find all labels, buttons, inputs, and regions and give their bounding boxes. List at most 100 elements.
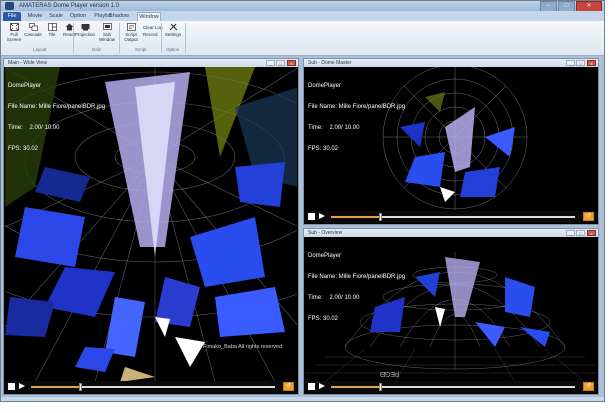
status-bar [1,397,604,401]
cascade-button[interactable]: Cascade [23,23,43,45]
overview-close-button[interactable]: x [587,230,596,236]
overview-canvas[interactable]: DomePlayer File Name: Mille Fiore/panelB… [305,237,597,381]
main-window-titlebar[interactable]: Main - Wide View _ □ x [4,59,298,67]
dome-info-overlay: DomePlayer File Name: Mille Fiore/panelB… [308,69,405,167]
settings-button[interactable]: Settings [163,23,183,45]
dome-playback-controls: ↺ [305,211,597,223]
dome-minimize-button[interactable]: _ [566,60,575,66]
dome-master-window: Sub - Dome Master _ □ x DomePlayer File … [303,58,599,225]
main-maximize-button[interactable]: □ [276,60,285,66]
dome-loop-icon[interactable]: ↺ [583,212,594,221]
settings-label: Settings [164,32,182,37]
dome-master-canvas[interactable]: DomePlayer File Name: Mille Fiore/panelB… [305,67,597,211]
copyright-text: Fimako_Baba All rights reserved [203,344,283,350]
tab-file[interactable]: File [3,12,21,21]
dome-close-button[interactable]: x [587,60,596,66]
dome-master-titlebar[interactable]: Sub - Dome Master _ □ x [304,59,598,67]
sub-window-label: Sub Window [98,32,115,42]
tab-scale[interactable]: Scale [47,12,65,21]
group-label-script: Script [135,47,147,52]
dome-time: Time: 2.00/ 10.00 [308,125,360,131]
dome-seek-track[interactable] [331,213,575,221]
overview-seek-thumb[interactable] [378,383,382,391]
dome-player-name: DomePlayer [308,83,342,89]
group-label-grid: Grid [92,47,101,52]
overview-time: Time: 2.00/ 10.00 [308,295,360,301]
overview-stop-button[interactable] [308,383,315,390]
cascade-label: Cascade [24,32,42,37]
group-divider [161,23,162,53]
main-seek-fill [31,386,80,388]
group-label-layout: Layout [33,47,47,52]
dome-seek-thumb[interactable] [378,213,382,221]
group-divider [73,23,74,53]
dome-fps: FPS: 30.02 [308,146,339,152]
record-button[interactable]: Record [143,32,158,37]
main-file-name: File Name: Mille Fiore/panelBDR.jpg [8,104,106,110]
ribbon-panel: Full Screen Cascade Tile Reset Layout Pr… [1,21,604,56]
overview-window: Sub - Overview _ □ x DomePlayer File Nam… [303,228,599,395]
tab-movie[interactable]: Movie [25,12,45,21]
overview-loop-icon[interactable]: ↺ [583,382,594,391]
main-time: Time: 2.00/ 10.00 [8,125,60,131]
projection-label: Projection [75,32,96,37]
mirrored-text: ᗺ⅁Ǝd [380,372,399,379]
main-minimize-button[interactable]: _ [266,60,275,66]
group-label-option: Option [166,47,180,52]
title-bar: AMATERAS Dome Player version 1.0 – □ ✕ [1,1,604,12]
full-screen-icon [9,23,19,31]
overview-info-overlay: DomePlayer File Name: Mille Fiore/panelB… [308,239,405,337]
overview-playback-controls: ↺ [305,381,597,393]
app-logo-icon [5,2,14,10]
overview-titlebar[interactable]: Sub - Overview _ □ x [304,229,598,237]
overview-title: Sub - Overview [308,230,343,236]
projection-button[interactable]: Projection [75,23,95,45]
app-title: AMATERAS Dome Player version 1.0 [19,3,119,9]
main-window-title: Main - Wide View [8,60,47,66]
main-fps: FPS: 30.02 [8,146,39,152]
cascade-icon [28,23,38,31]
overview-play-button[interactable] [319,383,325,389]
dome-maximize-button[interactable]: □ [576,60,585,66]
dome-master-title: Sub - Dome Master [308,60,352,66]
dome-seek-fill [331,216,380,218]
group-divider [119,23,120,53]
mdi-workspace: Main - Wide View _ □ x DomePlayer File N… [1,56,604,397]
overview-minimize-button[interactable]: _ [566,230,575,236]
projection-icon [81,24,89,31]
dome-stop-button[interactable] [308,213,315,220]
sub-window-icon [102,23,112,30]
tab-option[interactable]: Option [67,12,89,21]
full-screen-label: Full Screen [6,32,22,42]
overview-seek-fill [331,386,380,388]
main-wide-view-window: Main - Wide View _ □ x DomePlayer File N… [3,58,299,395]
sub-window-button[interactable]: Sub Window [97,23,117,45]
main-seek-thumb[interactable] [78,383,82,391]
overview-file-name: File Name: Mille Fiore/panelBDR.jpg [308,274,406,280]
script-output-icon [126,23,136,31]
dome-file-name: File Name: Mille Fiore/panelBDR.jpg [308,104,406,110]
overview-maximize-button[interactable]: □ [576,230,585,236]
overview-fps: FPS: 30.02 [308,316,339,322]
main-loop-icon[interactable]: ↺ [283,382,294,391]
full-screen-button[interactable]: Full Screen [4,23,24,45]
main-close-button[interactable]: x [287,60,296,66]
script-output-button[interactable]: Script Output [121,23,141,45]
overview-player-name: DomePlayer [308,253,342,259]
overview-seek-track[interactable] [331,383,575,391]
tile-icon [47,23,57,31]
script-output-label: Script Output [124,32,138,42]
dome-play-button[interactable] [319,213,325,219]
main-info-overlay: DomePlayer File Name: Mille Fiore/panelB… [8,69,105,167]
app-window: AMATERAS Dome Player version 1.0 – □ ✕ F… [0,0,605,402]
main-wide-view-canvas[interactable]: DomePlayer File Name: Mille Fiore/panelB… [5,67,297,381]
tab-shadow-control[interactable]: Shadow Control [101,12,137,28]
main-stop-button[interactable] [8,383,15,390]
clear-log-button[interactable]: Clear Log [143,25,163,30]
main-play-button[interactable] [19,383,25,389]
main-player-name: DomePlayer [8,83,42,89]
tools-icon [169,23,177,31]
group-divider [185,23,186,53]
main-playback-controls: ↺ [5,381,297,393]
main-seek-track[interactable] [31,383,275,391]
